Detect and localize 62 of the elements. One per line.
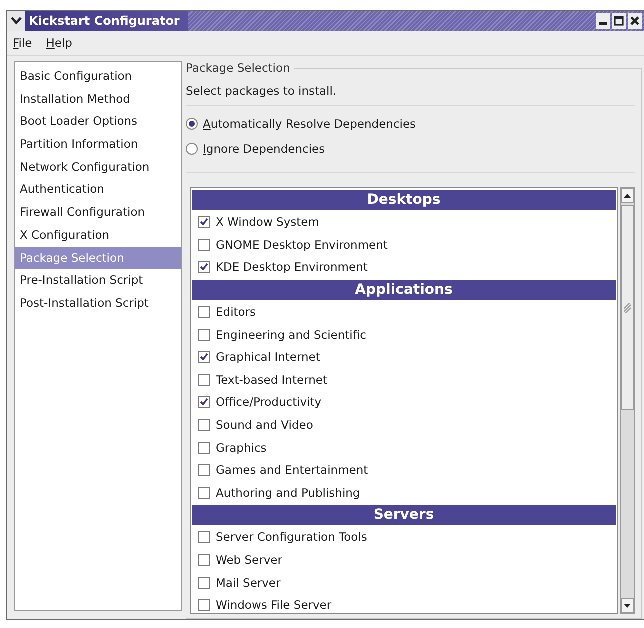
sidebar-item[interactable]: Partition Information: [15, 133, 181, 156]
package-label: GNOME Desktop Environment: [216, 238, 388, 252]
package-label: Sound and Video: [216, 418, 314, 432]
instruction-text: Select packages to install.: [186, 83, 338, 99]
package-label: X Window System: [216, 215, 320, 230]
sidebar-item[interactable]: Installation Method: [15, 88, 181, 110]
sidebar-item[interactable]: Authentication: [15, 178, 181, 202]
package-label: Mail Server: [216, 576, 281, 590]
minimize-icon[interactable]: [596, 13, 610, 29]
group-header: Desktops: [192, 190, 616, 210]
checkbox[interactable]: [198, 419, 210, 432]
checkbox[interactable]: [198, 306, 210, 318]
sidebar-item[interactable]: Firewall Configuration: [15, 201, 181, 224]
scroll-thumb[interactable]: [621, 205, 634, 410]
maximize-icon[interactable]: [612, 13, 626, 29]
checkbox[interactable]: [198, 374, 210, 386]
group-header: Servers: [192, 505, 616, 526]
checkbox[interactable]: [198, 531, 210, 544]
sidebar-item[interactable]: Network Configuration: [15, 156, 181, 178]
checkbox[interactable]: [198, 396, 210, 408]
sidebar-item[interactable]: Pre-Installation Script: [15, 269, 181, 292]
package-label: Graphical Internet: [216, 350, 320, 364]
checkbox[interactable]: [198, 261, 210, 274]
radio-option[interactable]: Automatically Resolve Dependencies: [186, 114, 641, 133]
package-label: Office/Productivity: [216, 395, 322, 410]
package-label: Text-based Internet: [216, 372, 328, 387]
package-label: Web Server: [216, 553, 282, 568]
package-label: Graphics: [216, 440, 267, 455]
checkbox[interactable]: [198, 351, 210, 364]
checkbox[interactable]: [198, 328, 210, 341]
scroll-up-icon[interactable]: [621, 188, 634, 203]
scroll-down-icon[interactable]: [621, 598, 634, 613]
sidebar-item[interactable]: Basic Configuration: [15, 65, 181, 88]
radio-option[interactable]: Ignore Dependencies: [186, 139, 641, 158]
sidebar-item[interactable]: X Configuration: [15, 224, 181, 246]
checkbox[interactable]: [198, 599, 210, 612]
package-label: Authoring and Publishing: [216, 486, 360, 500]
menu-item[interactable]: Help: [46, 36, 72, 50]
checkbox[interactable]: [198, 576, 210, 589]
window-menu-icon[interactable]: [7, 11, 25, 31]
package-label: Windows File Server: [216, 598, 332, 612]
sidebar-item[interactable]: Boot Loader Options: [15, 110, 181, 134]
checkbox[interactable]: [198, 442, 210, 454]
radio-button-icon[interactable]: [186, 142, 198, 154]
package-label: Server Configuration Tools: [216, 530, 368, 544]
checkbox[interactable]: [198, 486, 210, 499]
radio-button-icon[interactable]: [186, 118, 198, 130]
package-label: Games and Entertainment: [216, 463, 368, 478]
sidebar-item[interactable]: Post-Installation Script: [15, 292, 181, 315]
checkbox[interactable]: [198, 216, 210, 228]
package-label: Editors: [216, 305, 256, 320]
package-label: Engineering and Scientific: [216, 328, 366, 342]
close-icon[interactable]: [628, 13, 642, 29]
checkbox[interactable]: [198, 238, 210, 251]
package-label: KDE Desktop Environment: [216, 260, 368, 274]
menu-item[interactable]: File: [13, 36, 32, 50]
group-title: Package Selection: [186, 61, 294, 75]
scrollbar[interactable]: [620, 187, 635, 614]
checkbox[interactable]: [198, 464, 210, 476]
group-header: Applications: [192, 280, 616, 300]
window-title: Kickstart Configurator: [25, 11, 188, 31]
checkbox[interactable]: [198, 554, 210, 566]
